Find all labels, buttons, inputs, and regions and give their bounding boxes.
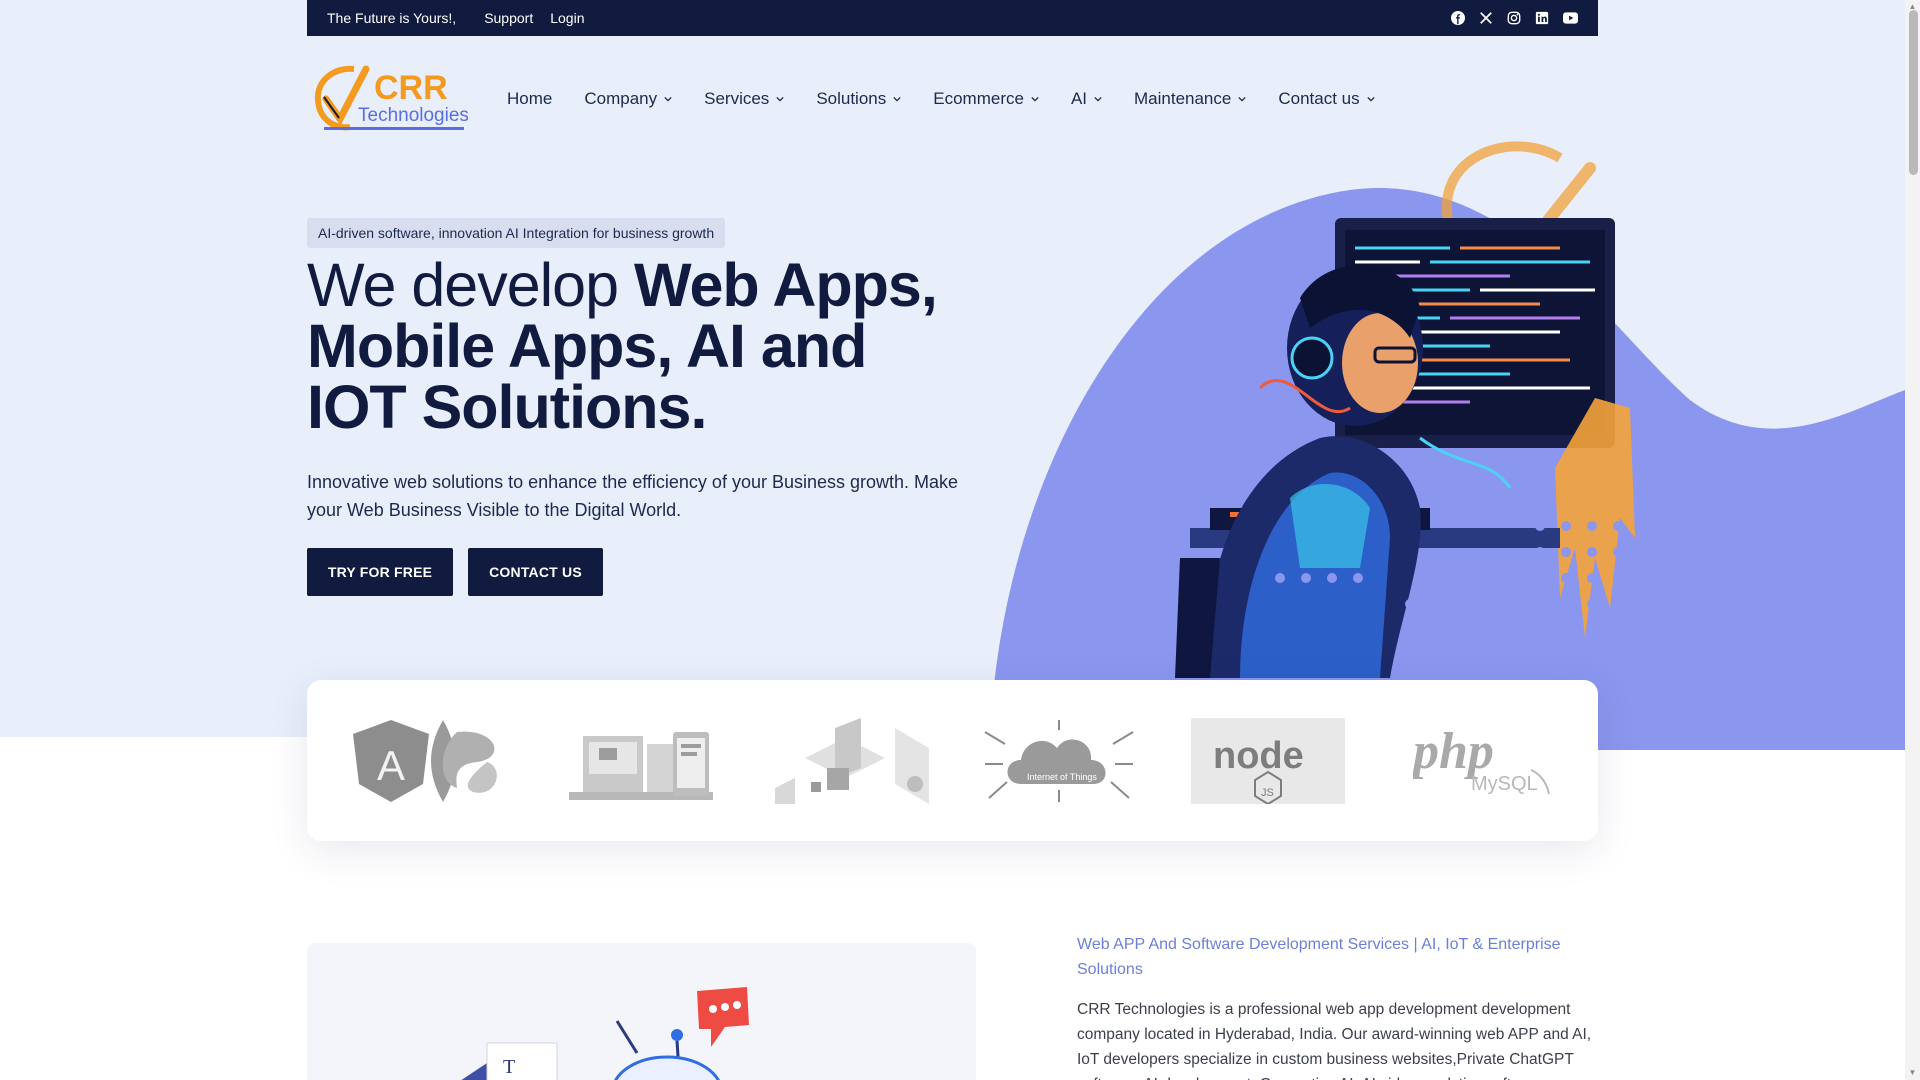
hero-description: Innovative web solutions to enhance the … xyxy=(307,472,959,520)
instagram-icon[interactable] xyxy=(1506,10,1522,26)
nav-label: Company xyxy=(584,89,658,108)
support-link[interactable]: Support xyxy=(484,10,533,26)
x-icon[interactable] xyxy=(1478,10,1494,26)
nav-label: Contact us xyxy=(1278,89,1360,108)
social-links xyxy=(1450,10,1578,26)
scrollbar-thumb[interactable] xyxy=(1909,10,1918,175)
nav-item-contact[interactable]: Contact us xyxy=(1262,86,1390,112)
php-label: php xyxy=(1413,723,1494,780)
try-for-free-button[interactable]: TRY FOR FREE xyxy=(307,548,453,596)
iot-label: Internet of Things xyxy=(1027,772,1097,782)
nav-label: Ecommerce xyxy=(933,89,1024,108)
chevron-down-icon xyxy=(776,96,784,102)
facebook-icon[interactable] xyxy=(1450,10,1466,26)
chevron-down-icon xyxy=(1094,96,1102,102)
web-development-icon xyxy=(569,732,713,800)
ai-chatbot-illustration: T xyxy=(461,987,749,1080)
nav-label: AI xyxy=(1070,89,1087,108)
nav-label: Services xyxy=(704,89,770,108)
nav-item-company[interactable]: Company xyxy=(568,86,688,112)
hero-tagline-pill: AI-driven software, innovation AI Integr… xyxy=(307,218,726,248)
hero-headline: We develop Web Apps, Mobile Apps, AI and… xyxy=(307,255,967,438)
chevron-down-icon xyxy=(893,96,901,102)
chevron-down-icon xyxy=(1031,96,1039,102)
nav-item-ecommerce[interactable]: Ecommerce xyxy=(917,86,1055,112)
technology-logos-strip: A Internet of Things node JS php MySQL xyxy=(307,680,1598,841)
brand-logo[interactable]: CRR Technologies xyxy=(312,63,468,133)
nav-item-solutions[interactable]: Solutions xyxy=(800,86,917,112)
scroll-down-icon[interactable]: ▼ xyxy=(1907,1068,1918,1078)
nav-label: Solutions xyxy=(816,89,887,108)
chevron-down-icon xyxy=(664,96,672,102)
hero-developer-illustration xyxy=(1175,141,1649,678)
nav-label: Maintenance xyxy=(1134,89,1232,108)
youtube-icon[interactable] xyxy=(1562,10,1578,26)
svg-text:T: T xyxy=(503,1056,515,1078)
nodejs-logo: node JS xyxy=(1191,718,1345,804)
angular-python-logo: A xyxy=(353,720,497,802)
node-label: node xyxy=(1213,735,1304,777)
login-link[interactable]: Login xyxy=(550,10,584,26)
top-tagline: The Future is Yours!, xyxy=(327,10,457,26)
chevron-down-icon xyxy=(1238,96,1246,102)
node-sub-label: JS xyxy=(1261,787,1274,799)
main-nav: Home Company Services Solutions Ecommerc… xyxy=(491,86,1391,112)
nav-item-ai[interactable]: AI xyxy=(1055,86,1118,112)
chevron-down-icon xyxy=(1366,96,1375,102)
logo-bottom-text: Technologies xyxy=(358,105,468,126)
angular-letter: A xyxy=(377,742,405,789)
contact-us-button[interactable]: CONTACT US xyxy=(468,548,603,596)
mysql-label: MySQL xyxy=(1471,773,1538,795)
services-illustration-card: T xyxy=(307,943,976,1080)
nav-item-home[interactable]: Home xyxy=(491,86,568,112)
about-section-title: Web APP And Software Development Service… xyxy=(1077,936,1561,978)
ai-platform-icon xyxy=(775,718,929,804)
about-section-body: CRR Technologies is a professional web a… xyxy=(1077,1001,1592,1080)
php-mysql-logo: php MySQL xyxy=(1413,723,1550,795)
nav-label: Home xyxy=(507,89,553,108)
headline-light: We develop xyxy=(307,251,634,319)
iot-cloud-icon: Internet of Things xyxy=(984,720,1134,802)
nav-item-maintenance[interactable]: Maintenance xyxy=(1118,86,1262,112)
nav-item-services[interactable]: Services xyxy=(688,86,800,112)
top-bar: The Future is Yours!, Support Login xyxy=(307,0,1598,36)
linkedin-icon[interactable] xyxy=(1534,10,1550,26)
logo-top-text: CRR xyxy=(374,69,448,107)
